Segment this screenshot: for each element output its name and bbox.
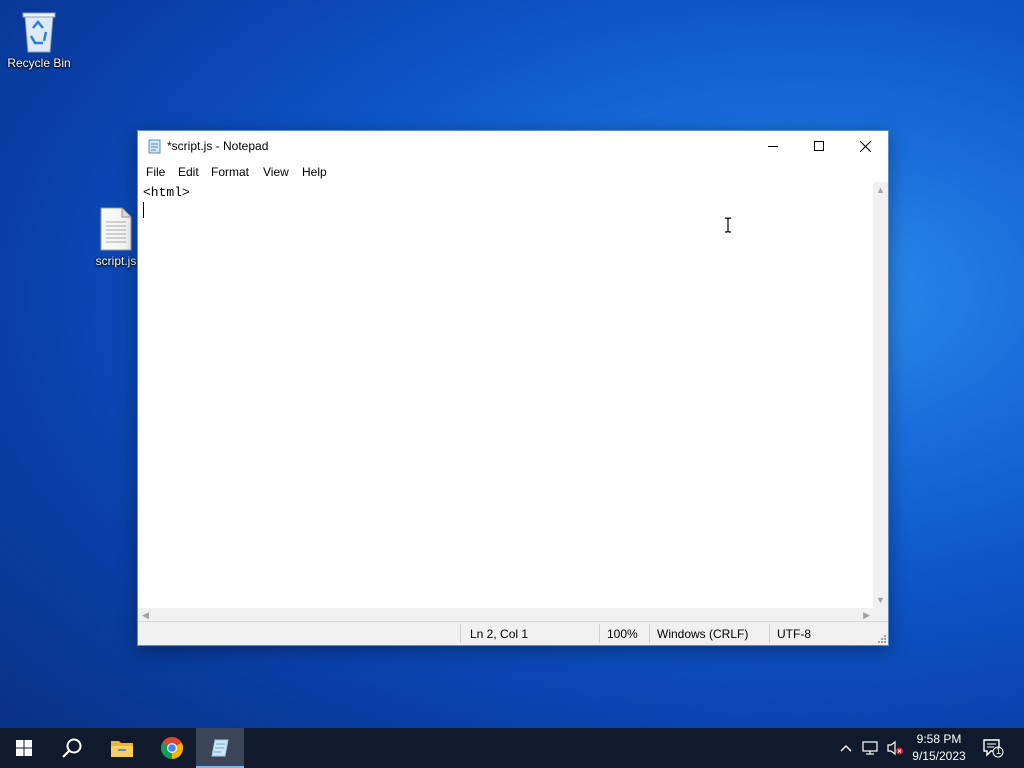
status-line-ending: Windows (CRLF): [657, 627, 749, 641]
notepad-window[interactable]: *script.js - Notepad File Edit Format Vi…: [137, 130, 889, 646]
action-center-button[interactable]: 1: [978, 728, 1008, 768]
status-divider: [769, 624, 770, 643]
chrome-button[interactable]: [148, 728, 196, 768]
recycle-bin-label: Recycle Bin: [7, 56, 71, 70]
search-icon: [62, 738, 82, 758]
recycle-bin-shortcut[interactable]: Recycle Bin: [1, 8, 77, 70]
maximize-icon: [814, 141, 824, 151]
scroll-up-icon[interactable]: ▲: [876, 185, 885, 195]
status-divider: [460, 624, 461, 643]
scroll-left-icon[interactable]: ◀: [142, 610, 149, 621]
text-editor-area[interactable]: <html>: [138, 182, 874, 608]
maximize-button[interactable]: [796, 131, 842, 161]
notification-count-badge: 1: [996, 746, 1002, 756]
status-bar: Ln 2, Col 1 100% Windows (CRLF) UTF-8: [138, 621, 888, 645]
status-divider: [649, 624, 650, 643]
notepad-icon: [148, 139, 161, 154]
scroll-right-icon[interactable]: ▶: [863, 610, 870, 621]
search-button[interactable]: [48, 728, 96, 768]
clock-date: 9/15/2023: [912, 749, 966, 763]
menu-edit[interactable]: Edit: [178, 165, 199, 179]
editor-content: <html>: [143, 185, 190, 200]
status-position: Ln 2, Col 1: [470, 627, 529, 641]
clock[interactable]: 9:58 PM 9/15/2023: [906, 731, 972, 765]
menu-bar: File Edit Format View Help: [138, 161, 888, 181]
volume-button[interactable]: [884, 728, 906, 768]
show-hidden-icons-button[interactable]: [836, 728, 856, 768]
resize-grip-icon[interactable]: [876, 633, 886, 643]
volume-muted-icon: [887, 740, 903, 756]
network-button[interactable]: [860, 728, 882, 768]
network-icon: [862, 741, 878, 755]
menu-view[interactable]: View: [263, 165, 289, 179]
start-button[interactable]: [0, 728, 48, 768]
close-icon: [859, 140, 871, 152]
status-zoom: 100%: [607, 627, 638, 641]
title-bar[interactable]: *script.js - Notepad: [138, 131, 888, 161]
status-encoding: UTF-8: [777, 627, 811, 641]
start-icon: [16, 740, 32, 756]
status-divider: [599, 624, 600, 643]
menu-format[interactable]: Format: [211, 165, 249, 179]
recycle-bin-icon: [22, 12, 56, 53]
clock-time: 9:58 PM: [916, 732, 962, 746]
menu-file[interactable]: File: [146, 165, 165, 179]
text-file-icon: [100, 207, 132, 251]
taskbar: 9:58 PM 9/15/2023 1: [0, 728, 1024, 768]
minimize-icon: [768, 146, 778, 147]
notepad-icon: [211, 739, 229, 757]
text-caret: [143, 202, 144, 218]
notepad-taskbar-button[interactable]: [196, 728, 244, 768]
vertical-scrollbar[interactable]: ▲ ▼: [873, 182, 888, 608]
file-explorer-icon: [111, 741, 133, 757]
close-button[interactable]: [842, 131, 888, 161]
file-explorer-button[interactable]: [98, 728, 146, 768]
window-title: *script.js - Notepad: [167, 139, 269, 153]
scroll-down-icon[interactable]: ▼: [876, 595, 885, 605]
chevron-up-icon: [840, 745, 852, 752]
ibeam-cursor-icon: [725, 217, 731, 233]
minimize-button[interactable]: [750, 131, 796, 161]
menu-help[interactable]: Help: [302, 165, 327, 179]
chrome-icon: [161, 737, 183, 759]
